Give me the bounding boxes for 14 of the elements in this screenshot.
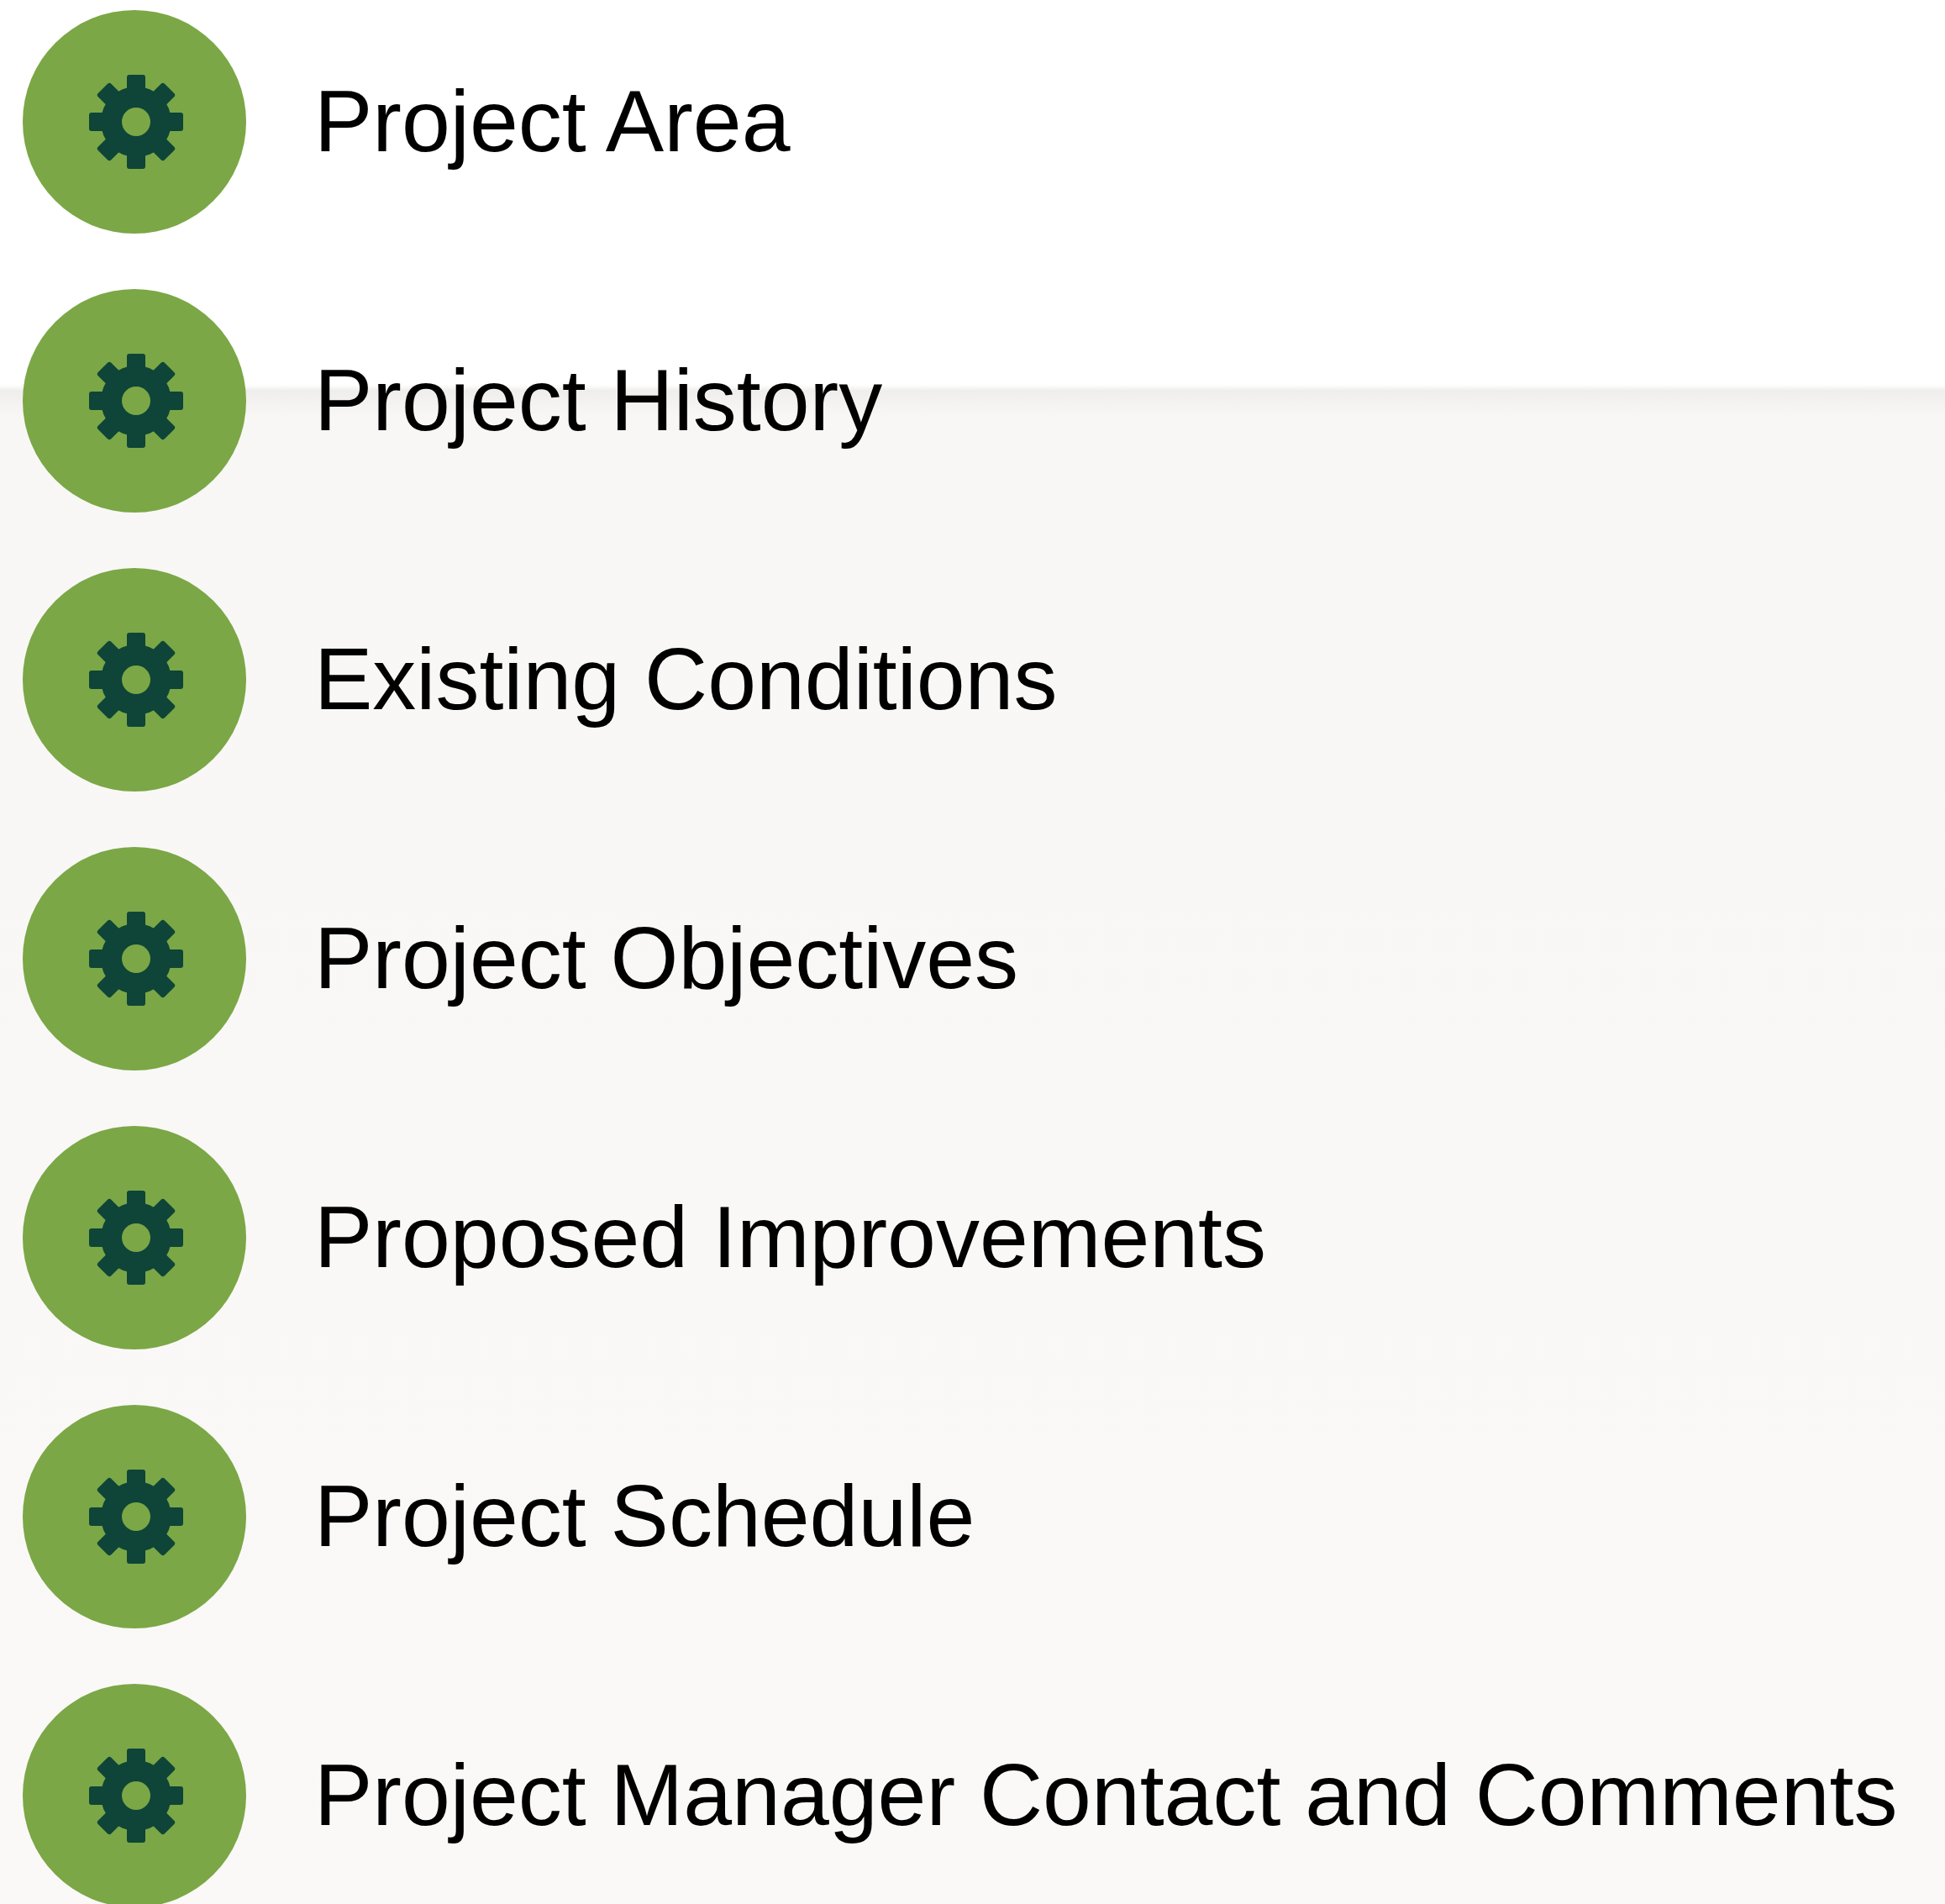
gear-icon bbox=[23, 847, 246, 1070]
section-title: Project History bbox=[314, 350, 883, 451]
section-title: Project Manager Contact and Comments bbox=[314, 1745, 1898, 1846]
section-title: Project Area bbox=[314, 71, 791, 172]
gear-icon bbox=[23, 568, 246, 792]
gear-icon bbox=[23, 1126, 246, 1349]
gear-icon bbox=[23, 289, 246, 513]
section-title: Proposed Improvements bbox=[314, 1187, 1266, 1288]
gear-icon bbox=[23, 10, 246, 234]
gear-icon bbox=[23, 1684, 246, 1904]
section-title: Existing Conditions bbox=[314, 629, 1058, 730]
section-title: Project Objectives bbox=[314, 908, 1019, 1009]
gear-icon bbox=[23, 1405, 246, 1628]
section-title: Project Schedule bbox=[314, 1466, 975, 1567]
